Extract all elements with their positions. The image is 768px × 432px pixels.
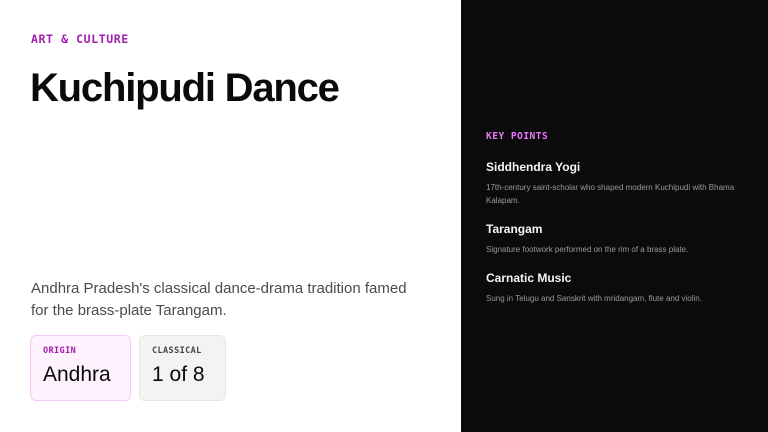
stat-card-origin: ORIGIN Andhra — [30, 335, 131, 401]
stat-label: CLASSICAL — [152, 346, 202, 356]
key-point-text: 17th-century saint-scholar who shaped mo… — [486, 183, 735, 205]
content-panel: ART & CULTURE Kuchipudi Dance Andhra Pra… — [0, 0, 461, 432]
key-point-item: Tarangam Signature footwork performed on… — [486, 222, 741, 256]
stat-value: Andhra — [43, 363, 111, 386]
key-point-item: Carnatic Music Sung in Telugu and Sanskr… — [486, 271, 741, 305]
description: Andhra Pradesh's classical dance-drama t… — [31, 280, 407, 319]
page-title: Kuchipudi Dance — [30, 66, 340, 110]
key-point-title: Tarangam — [486, 222, 543, 236]
key-point-item: Siddhendra Yogi 17th-century saint-schol… — [486, 160, 741, 207]
category-label: ART & CULTURE — [31, 32, 129, 46]
stat-card-classical: CLASSICAL 1 of 8 — [139, 335, 226, 401]
key-point-text: Signature footwork performed on the rim … — [486, 245, 689, 254]
stat-value: 1 of 8 — [152, 363, 205, 386]
key-point-text: Sung in Telugu and Sanskrit with mridang… — [486, 294, 702, 303]
key-point-title: Siddhendra Yogi — [486, 160, 581, 174]
key-points-panel: KEY POINTS Siddhendra Yogi 17th-century … — [461, 0, 768, 432]
key-points-label: KEY POINTS — [486, 131, 549, 142]
stat-label: ORIGIN — [43, 346, 77, 356]
key-point-title: Carnatic Music — [486, 271, 572, 285]
